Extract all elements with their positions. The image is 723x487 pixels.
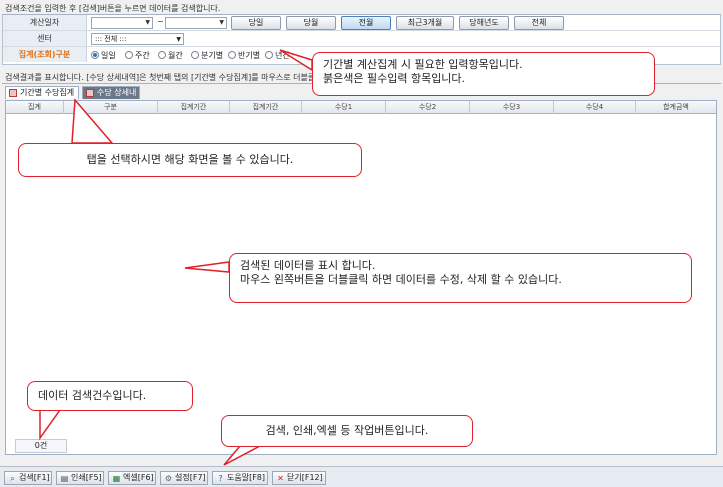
- column-header[interactable]: 수당2: [386, 101, 470, 114]
- tab-period-summary[interactable]: 기간별 수당집계: [5, 86, 79, 99]
- radio-yearly[interactable]: 년간: [265, 50, 290, 61]
- tab-icon: [9, 89, 17, 97]
- column-header[interactable]: 수당3: [470, 101, 554, 114]
- radio-weekly[interactable]: 주간: [125, 50, 150, 61]
- callout-toolbar: 검색, 인쇄,엑셀 등 작업버튼입니다.: [221, 415, 473, 447]
- callout-tab-select: 탭을 선택하시면 해당 화면을 볼 수 있습니다.: [18, 143, 362, 177]
- date-tilde: ~: [157, 17, 164, 26]
- close-button[interactable]: ✕ 닫기[F12]: [272, 471, 326, 485]
- column-header[interactable]: 합계금액: [636, 101, 716, 114]
- action-toolbar: ⌕ 검색[F1] ▤ 인쇄[F5] ▦ 엑셀[F6] ⚙ 설정[F7] ? 도움말[F8]…: [0, 466, 723, 487]
- column-header[interactable]: 수당4: [554, 101, 636, 114]
- radio-unchecked-icon[interactable]: [125, 51, 133, 59]
- radio-half-yearly[interactable]: 반기별: [228, 50, 260, 61]
- period-button-this-year[interactable]: 당해년도: [459, 16, 509, 30]
- excel-icon: ▦: [112, 474, 121, 483]
- date-label: 계산일자: [3, 15, 87, 30]
- search-icon: ⌕: [10, 474, 15, 483]
- chevron-down-icon[interactable]: ▼: [219, 19, 224, 26]
- radio-checked-icon[interactable]: [91, 51, 99, 59]
- column-header[interactable]: 수당1: [302, 101, 386, 114]
- print-icon: ▤: [60, 474, 69, 483]
- help-icon: ?: [218, 474, 223, 483]
- radio-monthly[interactable]: 월간: [158, 50, 183, 61]
- excel-button[interactable]: ▦ 엑셀[F6]: [108, 471, 156, 485]
- chevron-down-icon[interactable]: ▼: [145, 19, 150, 26]
- radio-unchecked-icon[interactable]: [158, 51, 166, 59]
- center-select[interactable]: ::: 전체 ::: ▼: [91, 33, 184, 45]
- column-header[interactable]: 집계기간: [158, 101, 230, 114]
- radio-unchecked-icon[interactable]: [191, 51, 199, 59]
- callout-period-input: 기간별 계산집계 시 필요한 입력항목입니다. 붉은색은 필수입력 항목입니다.: [312, 52, 655, 96]
- chevron-down-icon[interactable]: ▼: [176, 35, 181, 45]
- settings-button[interactable]: ⚙ 설정[F7]: [160, 471, 208, 485]
- date-row: 계산일자 ▼ ~ ▼ 당일 당월 전월 최근3개월 당해년도 전체: [3, 15, 720, 31]
- period-button-all[interactable]: 전체: [514, 16, 564, 30]
- help-button[interactable]: ? 도움말[F8]: [212, 471, 268, 485]
- group-label: 집계(조회)구분: [3, 47, 87, 62]
- period-button-this-month[interactable]: 당월: [286, 16, 336, 30]
- callout-grid-data: 검색된 데이터를 표시 합니다. 마우스 왼쪽버튼을 더블클릭 하면 데이터를 …: [229, 253, 692, 303]
- tab-detail[interactable]: 수당 상세내역: [82, 86, 140, 109]
- period-button-last-month[interactable]: 전월: [341, 16, 391, 30]
- search-hint: 검색조건을 입력한 후 [검색]버튼을 누르면 데이터를 검색합니다.: [5, 4, 221, 13]
- radio-daily[interactable]: 일일: [91, 50, 116, 61]
- radio-quarterly[interactable]: 분기별: [191, 50, 223, 61]
- period-button-3-months[interactable]: 최근3개월: [396, 16, 454, 30]
- center-label: 센터: [3, 31, 87, 46]
- tab-icon: [86, 89, 94, 97]
- radio-unchecked-icon[interactable]: [228, 51, 236, 59]
- grid-header: 집계 구분 집계기간 집계기간 수당1 수당2 수당3 수당4 합계금액: [6, 101, 716, 114]
- radio-unchecked-icon[interactable]: [265, 51, 273, 59]
- end-date-input[interactable]: ▼: [165, 17, 227, 29]
- record-count: 0건: [15, 439, 67, 453]
- column-header[interactable]: 구분: [64, 101, 158, 114]
- gear-icon: ⚙: [164, 474, 173, 483]
- search-button[interactable]: ⌕ 검색[F1]: [4, 471, 52, 485]
- period-button-today[interactable]: 당일: [231, 16, 281, 30]
- print-button[interactable]: ▤ 인쇄[F5]: [56, 471, 104, 485]
- start-date-input[interactable]: ▼: [91, 17, 153, 29]
- column-header[interactable]: 집계: [6, 101, 64, 114]
- center-value: ::: 전체 :::: [95, 35, 127, 43]
- close-icon: ✕: [277, 474, 284, 483]
- column-header[interactable]: 집계기간: [230, 101, 302, 114]
- callout-count: 데이터 검색건수입니다.: [27, 381, 193, 411]
- center-row: 센터 ::: 전체 ::: ▼: [3, 31, 720, 47]
